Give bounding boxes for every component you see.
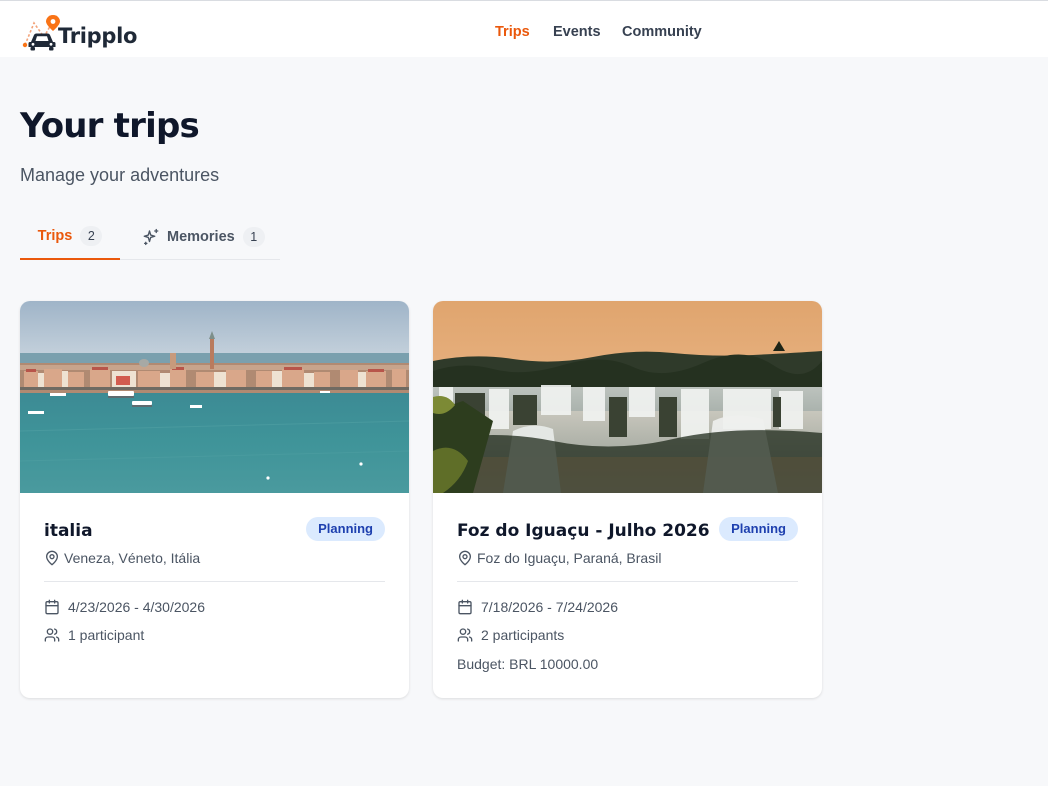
trip-card[interactable]: Foz do Iguaçu - Julho 2026 Planning Foz … (433, 301, 822, 698)
trip-location-text: Foz do Iguaçu, Paraná, Brasil (477, 550, 662, 566)
nav-events-link[interactable]: Events (553, 24, 601, 40)
trip-dates: 4/23/2026 - 4/30/2026 (44, 599, 205, 615)
page-subtitle: Manage your adventures (20, 165, 220, 185)
page-title: Your trips (20, 106, 200, 146)
trip-budget-text: Budget: BRL 10000.00 (457, 656, 599, 672)
trip-participants-text: 2 participants (481, 627, 565, 643)
trip-dates-text: 4/23/2026 - 4/30/2026 (68, 599, 206, 615)
tab-trips-count: 2 (80, 226, 103, 246)
calendar-icon (45, 599, 59, 615)
card-divider (44, 581, 385, 582)
calendar-icon (458, 599, 472, 615)
nav-community-link[interactable]: Community (622, 24, 702, 40)
tab-memories-count: 1 (242, 227, 265, 247)
trip-title: Foz do Iguaçu - Julho 2026 (457, 521, 710, 541)
trip-card[interactable]: italia Planning Veneza, Véneto, Itália 4… (20, 301, 409, 698)
tab-trips-label: Trips (37, 228, 73, 244)
trip-cover-image (20, 301, 409, 493)
map-pin-icon (46, 550, 58, 566)
top-header: Tripplo Trips Events Community (0, 1, 1048, 57)
trip-participants: 1 participant (44, 627, 144, 643)
sparkles-icon (143, 228, 159, 246)
trip-location: Foz do Iguaçu, Paraná, Brasil (457, 550, 661, 566)
tab-memories[interactable]: Memories 1 (142, 214, 265, 260)
trip-location-text: Veneza, Véneto, Itália (64, 550, 201, 566)
card-divider (457, 581, 798, 582)
trip-dates-text: 7/18/2026 - 7/24/2026 (481, 599, 619, 615)
users-icon (457, 628, 473, 642)
trip-status-badge: Planning (306, 517, 385, 541)
trip-participants: 2 participants (457, 627, 564, 643)
tab-trips[interactable]: Trips 2 (20, 214, 120, 260)
users-icon (44, 628, 60, 642)
tab-memories-label: Memories (167, 229, 235, 245)
trip-budget: Budget: BRL 10000.00 (457, 656, 598, 672)
trip-cover-image (433, 301, 822, 493)
venice-harbor-photo (20, 301, 409, 493)
trip-location: Veneza, Véneto, Itália (44, 550, 200, 566)
main-nav: Trips Events Community (0, 24, 1048, 44)
trip-dates: 7/18/2026 - 7/24/2026 (457, 599, 618, 615)
trip-tabs: Trips 2 Memories 1 (20, 214, 280, 260)
map-pin-icon (459, 550, 471, 566)
nav-trips-link[interactable]: Trips (495, 24, 530, 40)
trip-participants-text: 1 participant (68, 627, 145, 643)
trip-status-badge: Planning (719, 517, 798, 541)
iguazu-falls-photo (433, 301, 822, 493)
trip-title: italia (44, 521, 93, 541)
